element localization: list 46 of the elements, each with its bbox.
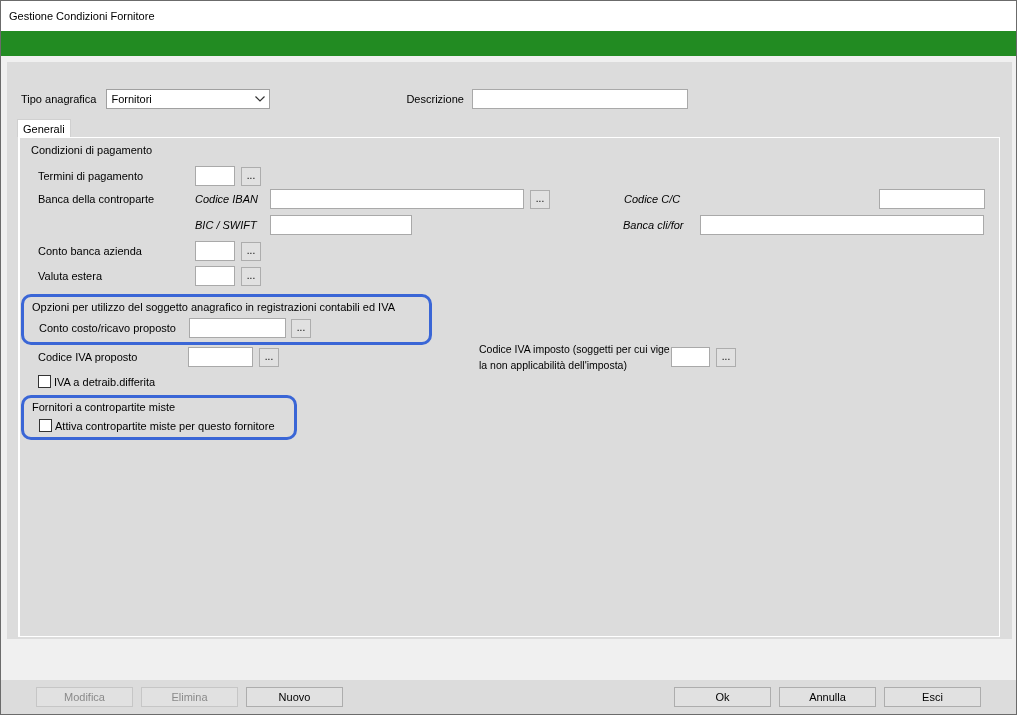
checkbox-label[interactable]: Attiva contropartite miste per questo fornitore	[55, 419, 275, 432]
action-button[interactable]: Esci	[884, 687, 981, 707]
window-title: Gestione Condizioni Fornitore	[9, 10, 155, 22]
field-label: Conto banca azienda	[38, 245, 143, 257]
browse-button[interactable]: ...	[291, 318, 311, 338]
field-label: Codice C/C	[624, 193, 682, 205]
field-label: Banca cli/for	[623, 219, 685, 231]
field-label: Codice IVA proposto	[38, 351, 139, 363]
field-label: Codice IVA imposto (soggetti per cui vige la non applicabilità dell'imposta)	[479, 342, 671, 373]
input-field[interactable]	[270, 189, 524, 209]
section-heading: Fornitori a contropartite miste	[31, 400, 177, 415]
section-heading: Condizioni di pagamento	[30, 143, 154, 158]
input-field[interactable]	[270, 215, 412, 235]
section-heading: Opzioni per utilizzo del soggetto anagrafico in registrazioni contabili ed IVA	[31, 300, 396, 315]
chevron-down-icon	[255, 96, 266, 102]
browse-button[interactable]: ...	[241, 266, 261, 286]
input-field[interactable]	[671, 347, 710, 367]
browse-button[interactable]: ...	[530, 189, 550, 209]
field-label: Descrizione	[406, 93, 464, 105]
browse-button[interactable]: ...	[716, 347, 736, 367]
action-button[interactable]: Nuovo	[246, 687, 343, 707]
checkbox-label[interactable]: IVA a detraib.differita	[54, 375, 156, 388]
field-label: Banca della controparte	[38, 193, 156, 205]
browse-button[interactable]: ...	[241, 241, 261, 261]
field-label: Termini di pagamento	[38, 170, 145, 182]
input-field[interactable]	[189, 318, 286, 338]
input-field[interactable]	[195, 241, 235, 261]
input-field[interactable]	[700, 215, 984, 235]
field-label: Tipo anagrafica	[21, 93, 97, 105]
checkbox[interactable]	[38, 375, 51, 388]
type-dropdown[interactable]: Fornitori	[106, 89, 271, 109]
input-field[interactable]	[879, 189, 985, 209]
tab[interactable]: Generali	[17, 119, 71, 137]
field-label: Codice IBAN	[195, 193, 259, 205]
browse-button[interactable]: ...	[259, 347, 279, 367]
browse-button[interactable]: ...	[241, 166, 261, 186]
input-field[interactable]	[188, 347, 253, 367]
action-button[interactable]: Annulla	[779, 687, 876, 707]
input-field[interactable]	[195, 266, 235, 286]
description-field[interactable]	[471, 89, 688, 109]
field-label: BIC / SWIFT	[195, 219, 259, 231]
checkbox[interactable]	[39, 419, 52, 432]
action-button[interactable]: Ok	[674, 687, 771, 707]
field-label: Conto costo/ricavo proposto	[39, 322, 177, 334]
field-label: Valuta estera	[38, 270, 103, 282]
input-field[interactable]	[195, 166, 235, 186]
